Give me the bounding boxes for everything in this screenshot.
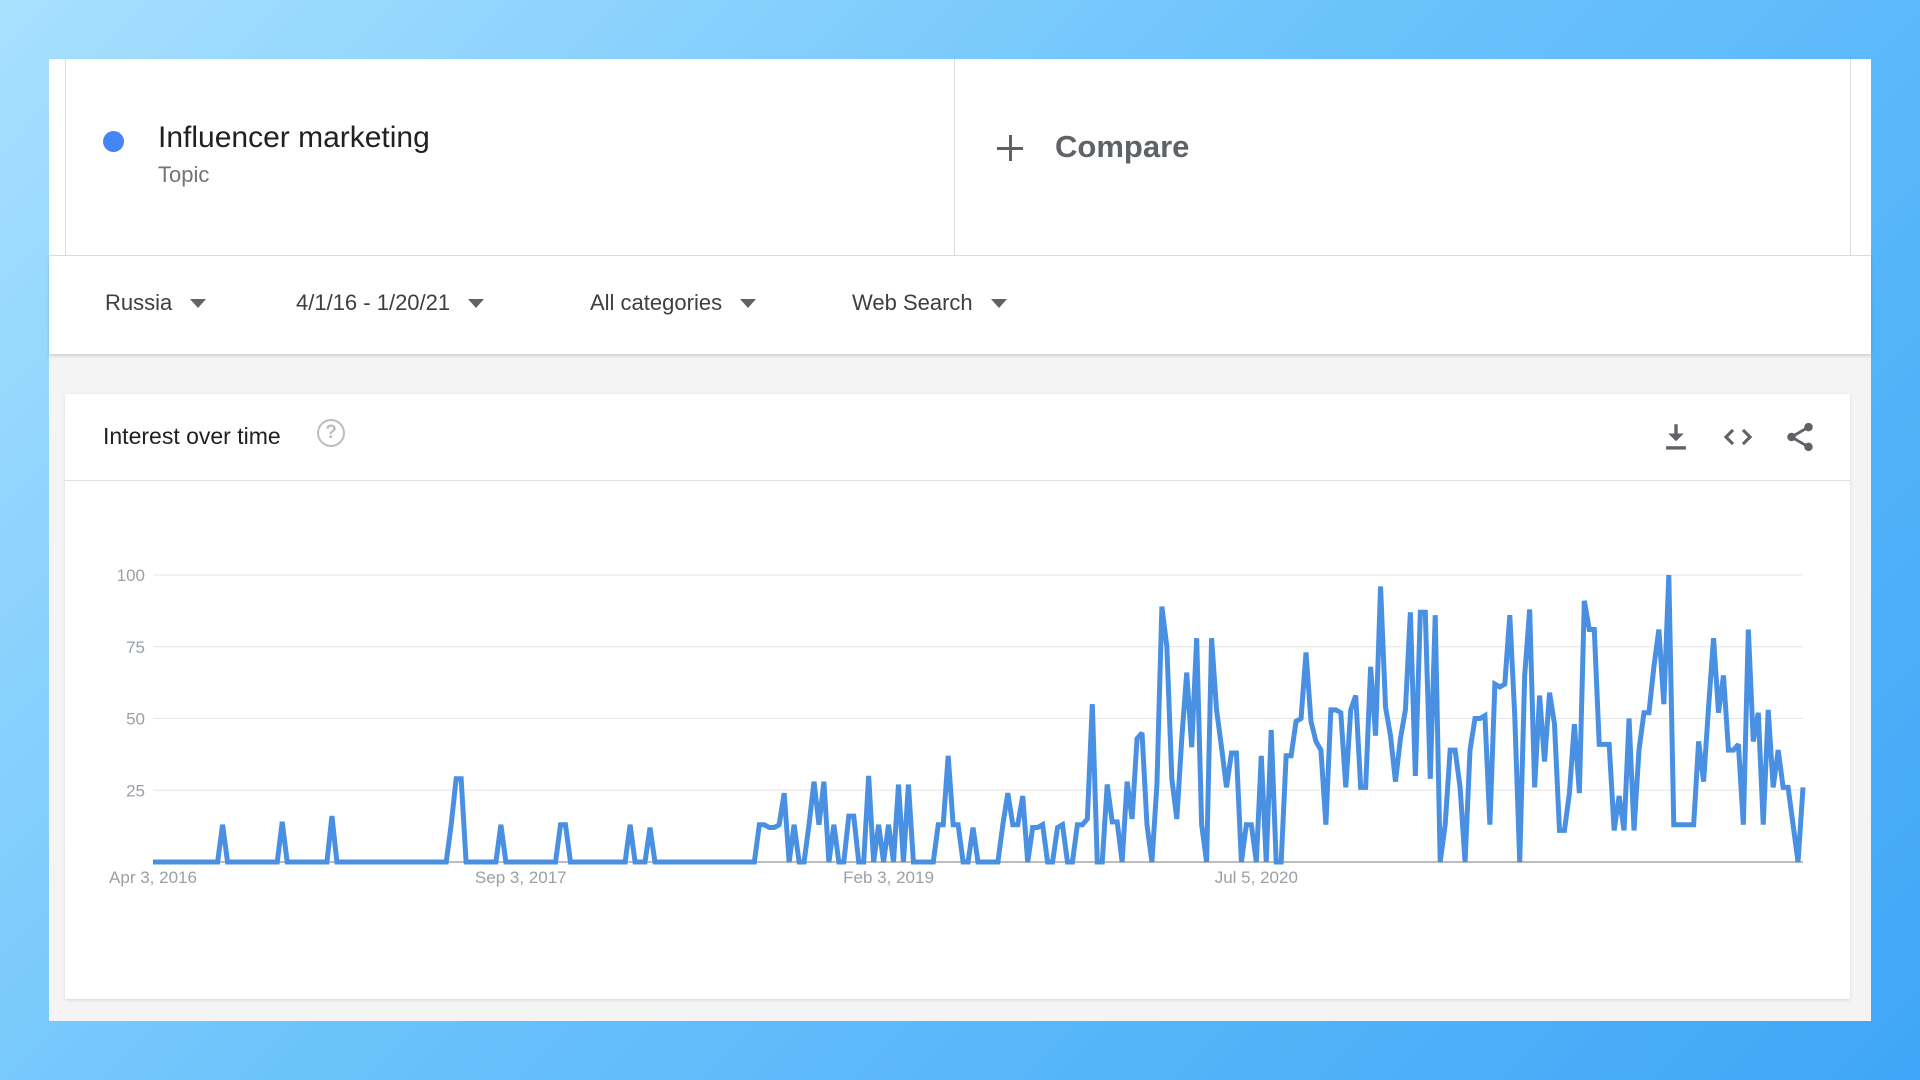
compare-label[interactable]: Compare	[1055, 129, 1189, 165]
y-tick-label: 75	[126, 638, 145, 657]
chevron-down-icon	[740, 298, 757, 308]
y-tick-label: 100	[117, 566, 145, 585]
term-color-dot	[103, 131, 124, 152]
y-tick-label: 50	[126, 710, 145, 729]
date-range-value: 4/1/16 - 1/20/21	[296, 290, 451, 315]
download-icon[interactable]	[1659, 420, 1693, 454]
term-name[interactable]: Influencer marketing	[158, 121, 430, 155]
interest-line-chart: 25 50 75 100 Apr 3, 2016 Sep 3, 2017 Feb 3, 2…	[109, 566, 1806, 887]
x-tick-label: Jul 5, 2020	[1215, 868, 1298, 887]
x-tick-label: Apr 3, 2016	[109, 868, 197, 887]
chart-area: 25 50 75 100 Apr 3, 2016 Sep 3, 2017 Feb 3, 2…	[65, 481, 1850, 999]
embed-icon[interactable]	[1721, 420, 1755, 454]
term-type: Topic	[158, 162, 210, 187]
chevron-down-icon	[468, 298, 485, 308]
compare-button[interactable]: Compare	[955, 59, 1851, 255]
category-dropdown[interactable]: All categories	[590, 290, 757, 316]
property-dropdown[interactable]: Web Search	[852, 290, 1007, 316]
property-value: Web Search	[852, 290, 973, 315]
date-range-dropdown[interactable]: 4/1/16 - 1/20/21	[296, 290, 485, 316]
region-value: Russia	[105, 290, 173, 315]
card-header: Interest over time ?	[65, 394, 1850, 481]
x-tick-label: Feb 3, 2019	[843, 868, 934, 887]
trends-panel: Influencer marketing Topic Compare Russi…	[49, 59, 1871, 1021]
search-terms-bar: Influencer marketing Topic Compare	[49, 59, 1871, 256]
card-title: Interest over time	[103, 423, 281, 449]
plus-icon[interactable]	[997, 135, 1023, 161]
chevron-down-icon	[990, 298, 1007, 308]
filter-bar: Russia 4/1/16 - 1/20/21 All categories W…	[49, 256, 1871, 354]
interest-over-time-card: Interest over time ? 25 50 75 100 Apr 3,…	[65, 394, 1850, 999]
region-dropdown[interactable]: Russia	[105, 290, 207, 316]
x-tick-label: Sep 3, 2017	[475, 868, 567, 887]
category-value: All categories	[590, 290, 723, 315]
help-icon[interactable]: ?	[317, 419, 345, 447]
y-tick-label: 25	[126, 781, 145, 800]
chevron-down-icon	[190, 298, 207, 308]
share-icon[interactable]	[1783, 420, 1817, 454]
search-term-card[interactable]: Influencer marketing Topic	[65, 59, 955, 255]
